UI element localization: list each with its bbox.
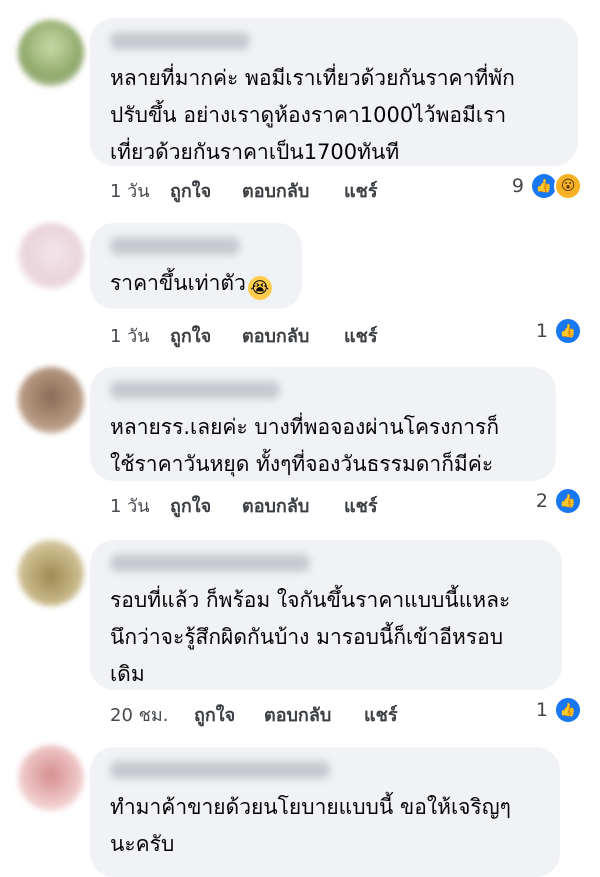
reply-button[interactable]: ตอบกลับ — [264, 700, 331, 729]
comment-text: ทำมาค้าขายด้วยนโยบายแบบนี้ ขอให้เจริญๆ น… — [110, 795, 511, 856]
like-icon: 👍 — [554, 487, 582, 515]
reply-button[interactable]: ตอบกลับ — [242, 491, 309, 520]
timestamp[interactable]: 1 วัน — [110, 176, 150, 205]
avatar[interactable] — [18, 223, 84, 289]
reply-button[interactable]: ตอบกลับ — [242, 321, 309, 350]
avatar[interactable] — [18, 745, 84, 811]
share-button[interactable]: แชร์ — [344, 321, 378, 350]
comment-text: หลายรร.เลยค่ะ บางที่พอจองผ่านโครงการก็ ใ… — [110, 415, 500, 476]
reaction-summary[interactable]: 2 👍 — [536, 487, 582, 515]
like-button[interactable]: ถูกใจ — [170, 321, 211, 350]
author-name-blurred[interactable] — [110, 237, 240, 255]
comment-item: ทำมาค้าขายด้วยนโยบายแบบนี้ ขอให้เจริญๆ น… — [0, 735, 600, 877]
comment-bubble: หลายที่มากค่ะ พอมีเราเที่ยวด้วยกันราคาที… — [90, 18, 578, 166]
reaction-summary[interactable]: 1 👍 — [536, 317, 582, 345]
comment-item: หลายที่มากค่ะ พอมีเราเที่ยวด้วยกันราคาที… — [0, 0, 600, 205]
reaction-count: 9 — [511, 175, 524, 197]
comment-bubble: รอบที่แล้ว ก็พร้อม ใจกันขึ้นราคาแบบนี้แห… — [90, 540, 562, 690]
timestamp[interactable]: 1 วัน — [110, 491, 150, 520]
avatar[interactable] — [18, 540, 84, 606]
share-button[interactable]: แชร์ — [364, 700, 398, 729]
author-name-blurred[interactable] — [110, 381, 280, 399]
comment-bubble: ราคาขึ้นเท่าตัว 😭 — [90, 223, 302, 309]
comment-bubble: ทำมาค้าขายด้วยนโยบายแบบนี้ ขอให้เจริญๆ น… — [90, 747, 560, 877]
comment-text: ราคาขึ้นเท่าตัว 😭 — [110, 265, 284, 302]
avatar[interactable] — [18, 20, 84, 86]
share-button[interactable]: แชร์ — [344, 491, 378, 520]
author-name-blurred[interactable] — [110, 761, 330, 779]
timestamp[interactable]: 20 ชม. — [110, 700, 168, 729]
author-name-blurred[interactable] — [110, 554, 310, 572]
comment-text: รอบที่แล้ว ก็พร้อม ใจกันขึ้นราคาแบบนี้แห… — [110, 588, 511, 686]
author-name-blurred[interactable] — [110, 32, 250, 50]
crying-face-emoji: 😭 — [247, 276, 272, 300]
comment-bubble: หลายรร.เลยค่ะ บางที่พอจองผ่านโครงการก็ ใ… — [90, 367, 556, 481]
share-button[interactable]: แชร์ — [344, 176, 378, 205]
comment-item: ราคาขึ้นเท่าตัว 😭 1 วัน ถูกใจ ตอบกลับ แชร… — [0, 205, 600, 355]
like-button[interactable]: ถูกใจ — [170, 491, 211, 520]
like-button[interactable]: ถูกใจ — [194, 700, 235, 729]
reaction-summary[interactable]: 9 👍 😮 — [512, 172, 582, 200]
like-icon: 👍 — [554, 696, 582, 724]
avatar[interactable] — [18, 367, 84, 433]
reaction-count: 1 — [535, 699, 548, 721]
comment-item: รอบที่แล้ว ก็พร้อม ใจกันขึ้นราคาแบบนี้แห… — [0, 530, 600, 735]
wow-icon: 😮 — [554, 172, 582, 200]
comment-item: หลายรร.เลยค่ะ บางที่พอจองผ่านโครงการก็ ใ… — [0, 355, 600, 530]
reaction-summary[interactable]: 1 👍 — [536, 696, 582, 724]
timestamp[interactable]: 1 วัน — [110, 321, 150, 350]
like-button[interactable]: ถูกใจ — [170, 176, 211, 205]
reaction-count: 2 — [535, 490, 548, 512]
comment-text: หลายที่มากค่ะ พอมีเราเที่ยวด้วยกันราคาที… — [110, 66, 515, 164]
like-icon: 👍 — [554, 317, 582, 345]
reply-button[interactable]: ตอบกลับ — [242, 176, 309, 205]
reaction-count: 1 — [535, 320, 548, 342]
